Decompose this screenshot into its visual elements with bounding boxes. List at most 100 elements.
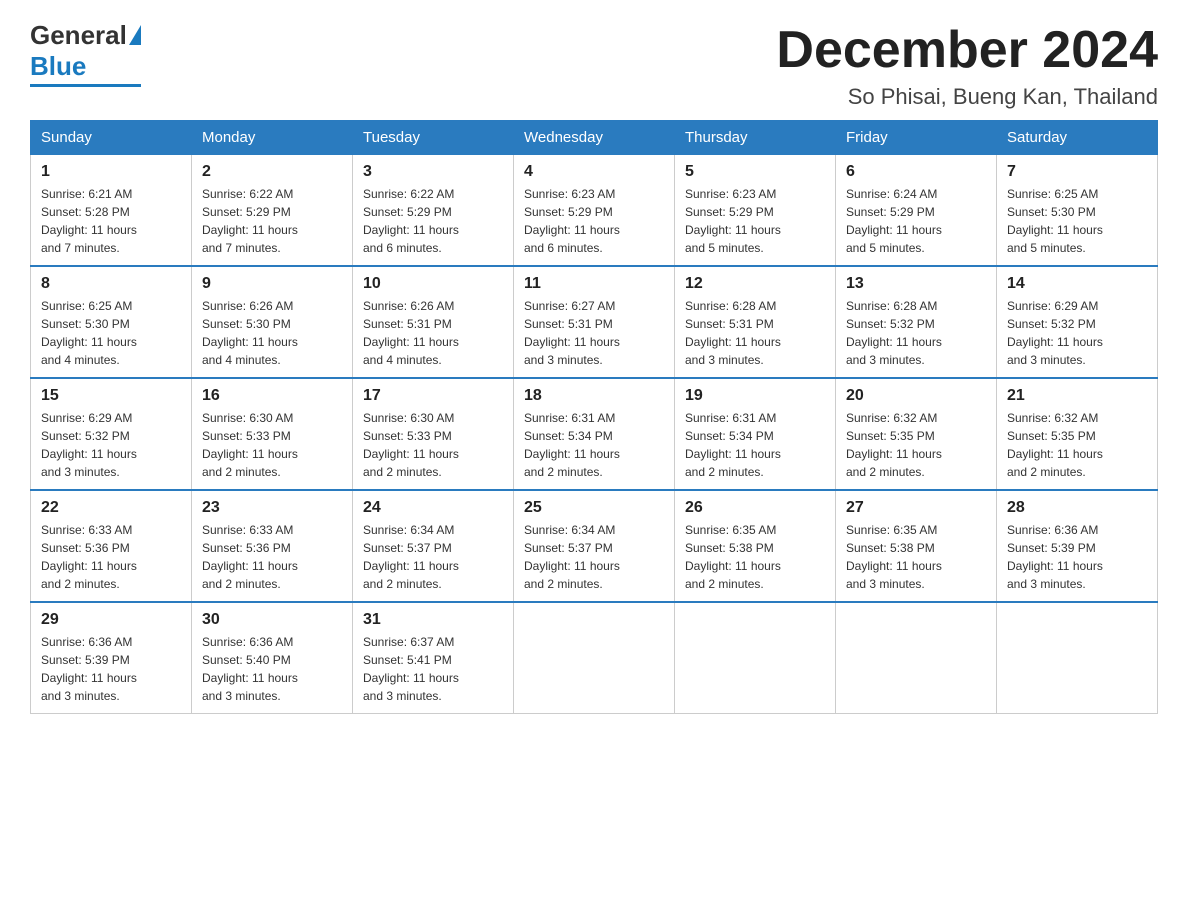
calendar-cell: 23Sunrise: 6:33 AMSunset: 5:36 PMDayligh… bbox=[192, 490, 353, 602]
location-title: So Phisai, Bueng Kan, Thailand bbox=[776, 84, 1158, 110]
day-number: 1 bbox=[41, 163, 181, 181]
calendar-cell: 31 Sunrise: 6:37 AMSunset: 5:41 PMDayligh… bbox=[353, 602, 514, 714]
calendar-cell: 17Sunrise: 6:30 AMSunset: 5:33 PMDayligh… bbox=[353, 378, 514, 490]
logo-blue-text: Blue bbox=[30, 51, 86, 82]
calendar-cell: 15 Sunrise: 6:29 AMSunset: 5:32 PMDayligh… bbox=[31, 378, 192, 490]
day-info: Sunrise: 6:36 AMSunset: 5:40 PMDaylight:… bbox=[202, 633, 342, 705]
day-info: Sunrise: 6:34 AMSunset: 5:37 PMDaylight:… bbox=[524, 521, 664, 593]
weekday-header-monday: Monday bbox=[192, 121, 353, 155]
calendar-cell: 10 Sunrise: 6:26 AMSunset: 5:31 PMDayligh… bbox=[353, 266, 514, 378]
day-info: Sunrise: 6:34 AMSunset: 5:37 PMDaylight:… bbox=[363, 521, 503, 593]
calendar-cell: 24Sunrise: 6:34 AMSunset: 5:37 PMDayligh… bbox=[353, 490, 514, 602]
day-info: Sunrise: 6:25 AMSunset: 5:30 PMDaylight:… bbox=[41, 297, 181, 369]
calendar-cell: 25Sunrise: 6:34 AMSunset: 5:37 PMDayligh… bbox=[514, 490, 675, 602]
calendar-cell bbox=[514, 602, 675, 714]
day-number: 18 bbox=[524, 387, 664, 405]
day-info: Sunrise: 6:29 AMSunset: 5:32 PMDaylight:… bbox=[1007, 297, 1147, 369]
day-number: 15 bbox=[41, 387, 181, 405]
calendar-cell: 20 Sunrise: 6:32 AMSunset: 5:35 PMDayligh… bbox=[836, 378, 997, 490]
day-info: Sunrise: 6:26 AMSunset: 5:31 PMDaylight:… bbox=[363, 297, 503, 369]
calendar-week-row: 1Sunrise: 6:21 AMSunset: 5:28 PMDaylight… bbox=[31, 155, 1158, 267]
calendar-cell: 3Sunrise: 6:22 AMSunset: 5:29 PMDaylight… bbox=[353, 155, 514, 267]
calendar-cell: 2Sunrise: 6:22 AMSunset: 5:29 PMDaylight… bbox=[192, 155, 353, 267]
day-info: Sunrise: 6:31 AMSunset: 5:34 PMDaylight:… bbox=[685, 409, 825, 481]
calendar-cell: 18 Sunrise: 6:31 AMSunset: 5:34 PMDayligh… bbox=[514, 378, 675, 490]
calendar-cell: 12 Sunrise: 6:28 AMSunset: 5:31 PMDayligh… bbox=[675, 266, 836, 378]
day-number: 26 bbox=[685, 499, 825, 517]
day-number: 30 bbox=[202, 611, 342, 629]
day-number: 31 bbox=[363, 611, 503, 629]
month-title: December 2024 bbox=[776, 20, 1158, 80]
calendar-cell: 21 Sunrise: 6:32 AMSunset: 5:35 PMDayligh… bbox=[997, 378, 1158, 490]
day-number: 16 bbox=[202, 387, 342, 405]
weekday-header-row: SundayMondayTuesdayWednesdayThursdayFrid… bbox=[31, 121, 1158, 155]
day-number: 13 bbox=[846, 275, 986, 293]
day-info: Sunrise: 6:30 AMSunset: 5:33 PMDaylight:… bbox=[202, 409, 342, 481]
day-number: 5 bbox=[685, 163, 825, 181]
day-info: Sunrise: 6:25 AMSunset: 5:30 PMDaylight:… bbox=[1007, 185, 1147, 257]
day-info: Sunrise: 6:22 AMSunset: 5:29 PMDaylight:… bbox=[363, 185, 503, 257]
calendar-cell: 29Sunrise: 6:36 AMSunset: 5:39 PMDayligh… bbox=[31, 602, 192, 714]
calendar-cell: 26 Sunrise: 6:35 AMSunset: 5:38 PMDayligh… bbox=[675, 490, 836, 602]
weekday-header-thursday: Thursday bbox=[675, 121, 836, 155]
weekday-header-saturday: Saturday bbox=[997, 121, 1158, 155]
day-info: Sunrise: 6:37 AMSunset: 5:41 PMDaylight:… bbox=[363, 633, 503, 705]
calendar-cell bbox=[997, 602, 1158, 714]
day-number: 2 bbox=[202, 163, 342, 181]
calendar-cell: 30 Sunrise: 6:36 AMSunset: 5:40 PMDayligh… bbox=[192, 602, 353, 714]
day-number: 27 bbox=[846, 499, 986, 517]
day-info: Sunrise: 6:27 AMSunset: 5:31 PMDaylight:… bbox=[524, 297, 664, 369]
day-info: Sunrise: 6:23 AMSunset: 5:29 PMDaylight:… bbox=[685, 185, 825, 257]
day-info: Sunrise: 6:26 AMSunset: 5:30 PMDaylight:… bbox=[202, 297, 342, 369]
day-info: Sunrise: 6:28 AMSunset: 5:32 PMDaylight:… bbox=[846, 297, 986, 369]
day-number: 19 bbox=[685, 387, 825, 405]
day-number: 10 bbox=[363, 275, 503, 293]
calendar-week-row: 22Sunrise: 6:33 AMSunset: 5:36 PMDayligh… bbox=[31, 490, 1158, 602]
day-info: Sunrise: 6:33 AMSunset: 5:36 PMDaylight:… bbox=[41, 521, 181, 593]
day-number: 21 bbox=[1007, 387, 1147, 405]
day-number: 17 bbox=[363, 387, 503, 405]
day-number: 12 bbox=[685, 275, 825, 293]
day-info: Sunrise: 6:32 AMSunset: 5:35 PMDaylight:… bbox=[1007, 409, 1147, 481]
calendar-cell: 19 Sunrise: 6:31 AMSunset: 5:34 PMDayligh… bbox=[675, 378, 836, 490]
page-header: General Blue December 2024 So Phisai, Bu… bbox=[30, 20, 1158, 110]
calendar-cell: 27 Sunrise: 6:35 AMSunset: 5:38 PMDayligh… bbox=[836, 490, 997, 602]
calendar-cell: 5 Sunrise: 6:23 AMSunset: 5:29 PMDaylight… bbox=[675, 155, 836, 267]
calendar-cell: 9Sunrise: 6:26 AMSunset: 5:30 PMDaylight… bbox=[192, 266, 353, 378]
calendar-cell: 4 Sunrise: 6:23 AMSunset: 5:29 PMDaylight… bbox=[514, 155, 675, 267]
day-info: Sunrise: 6:24 AMSunset: 5:29 PMDaylight:… bbox=[846, 185, 986, 257]
calendar-table: SundayMondayTuesdayWednesdayThursdayFrid… bbox=[30, 120, 1158, 714]
calendar-cell: 22Sunrise: 6:33 AMSunset: 5:36 PMDayligh… bbox=[31, 490, 192, 602]
day-info: Sunrise: 6:31 AMSunset: 5:34 PMDaylight:… bbox=[524, 409, 664, 481]
calendar-week-row: 15 Sunrise: 6:29 AMSunset: 5:32 PMDayligh… bbox=[31, 378, 1158, 490]
day-info: Sunrise: 6:29 AMSunset: 5:32 PMDaylight:… bbox=[41, 409, 181, 481]
calendar-cell: 13 Sunrise: 6:28 AMSunset: 5:32 PMDayligh… bbox=[836, 266, 997, 378]
calendar-week-row: 29Sunrise: 6:36 AMSunset: 5:39 PMDayligh… bbox=[31, 602, 1158, 714]
calendar-cell: 8 Sunrise: 6:25 AMSunset: 5:30 PMDaylight… bbox=[31, 266, 192, 378]
logo-triangle-icon bbox=[129, 25, 141, 45]
day-number: 8 bbox=[41, 275, 181, 293]
day-number: 11 bbox=[524, 275, 664, 293]
logo-underline bbox=[30, 84, 141, 87]
day-number: 6 bbox=[846, 163, 986, 181]
weekday-header-sunday: Sunday bbox=[31, 121, 192, 155]
day-info: Sunrise: 6:35 AMSunset: 5:38 PMDaylight:… bbox=[685, 521, 825, 593]
day-info: Sunrise: 6:32 AMSunset: 5:35 PMDaylight:… bbox=[846, 409, 986, 481]
calendar-cell: 1Sunrise: 6:21 AMSunset: 5:28 PMDaylight… bbox=[31, 155, 192, 267]
day-info: Sunrise: 6:23 AMSunset: 5:29 PMDaylight:… bbox=[524, 185, 664, 257]
day-number: 7 bbox=[1007, 163, 1147, 181]
logo: General Blue bbox=[30, 20, 141, 87]
calendar-cell: 28Sunrise: 6:36 AMSunset: 5:39 PMDayligh… bbox=[997, 490, 1158, 602]
day-number: 20 bbox=[846, 387, 986, 405]
weekday-header-wednesday: Wednesday bbox=[514, 121, 675, 155]
day-info: Sunrise: 6:35 AMSunset: 5:38 PMDaylight:… bbox=[846, 521, 986, 593]
day-info: Sunrise: 6:28 AMSunset: 5:31 PMDaylight:… bbox=[685, 297, 825, 369]
day-number: 4 bbox=[524, 163, 664, 181]
calendar-cell: 14Sunrise: 6:29 AMSunset: 5:32 PMDayligh… bbox=[997, 266, 1158, 378]
weekday-header-friday: Friday bbox=[836, 121, 997, 155]
title-block: December 2024 So Phisai, Bueng Kan, Thai… bbox=[776, 20, 1158, 110]
day-number: 29 bbox=[41, 611, 181, 629]
calendar-week-row: 8 Sunrise: 6:25 AMSunset: 5:30 PMDaylight… bbox=[31, 266, 1158, 378]
calendar-cell bbox=[675, 602, 836, 714]
weekday-header-tuesday: Tuesday bbox=[353, 121, 514, 155]
